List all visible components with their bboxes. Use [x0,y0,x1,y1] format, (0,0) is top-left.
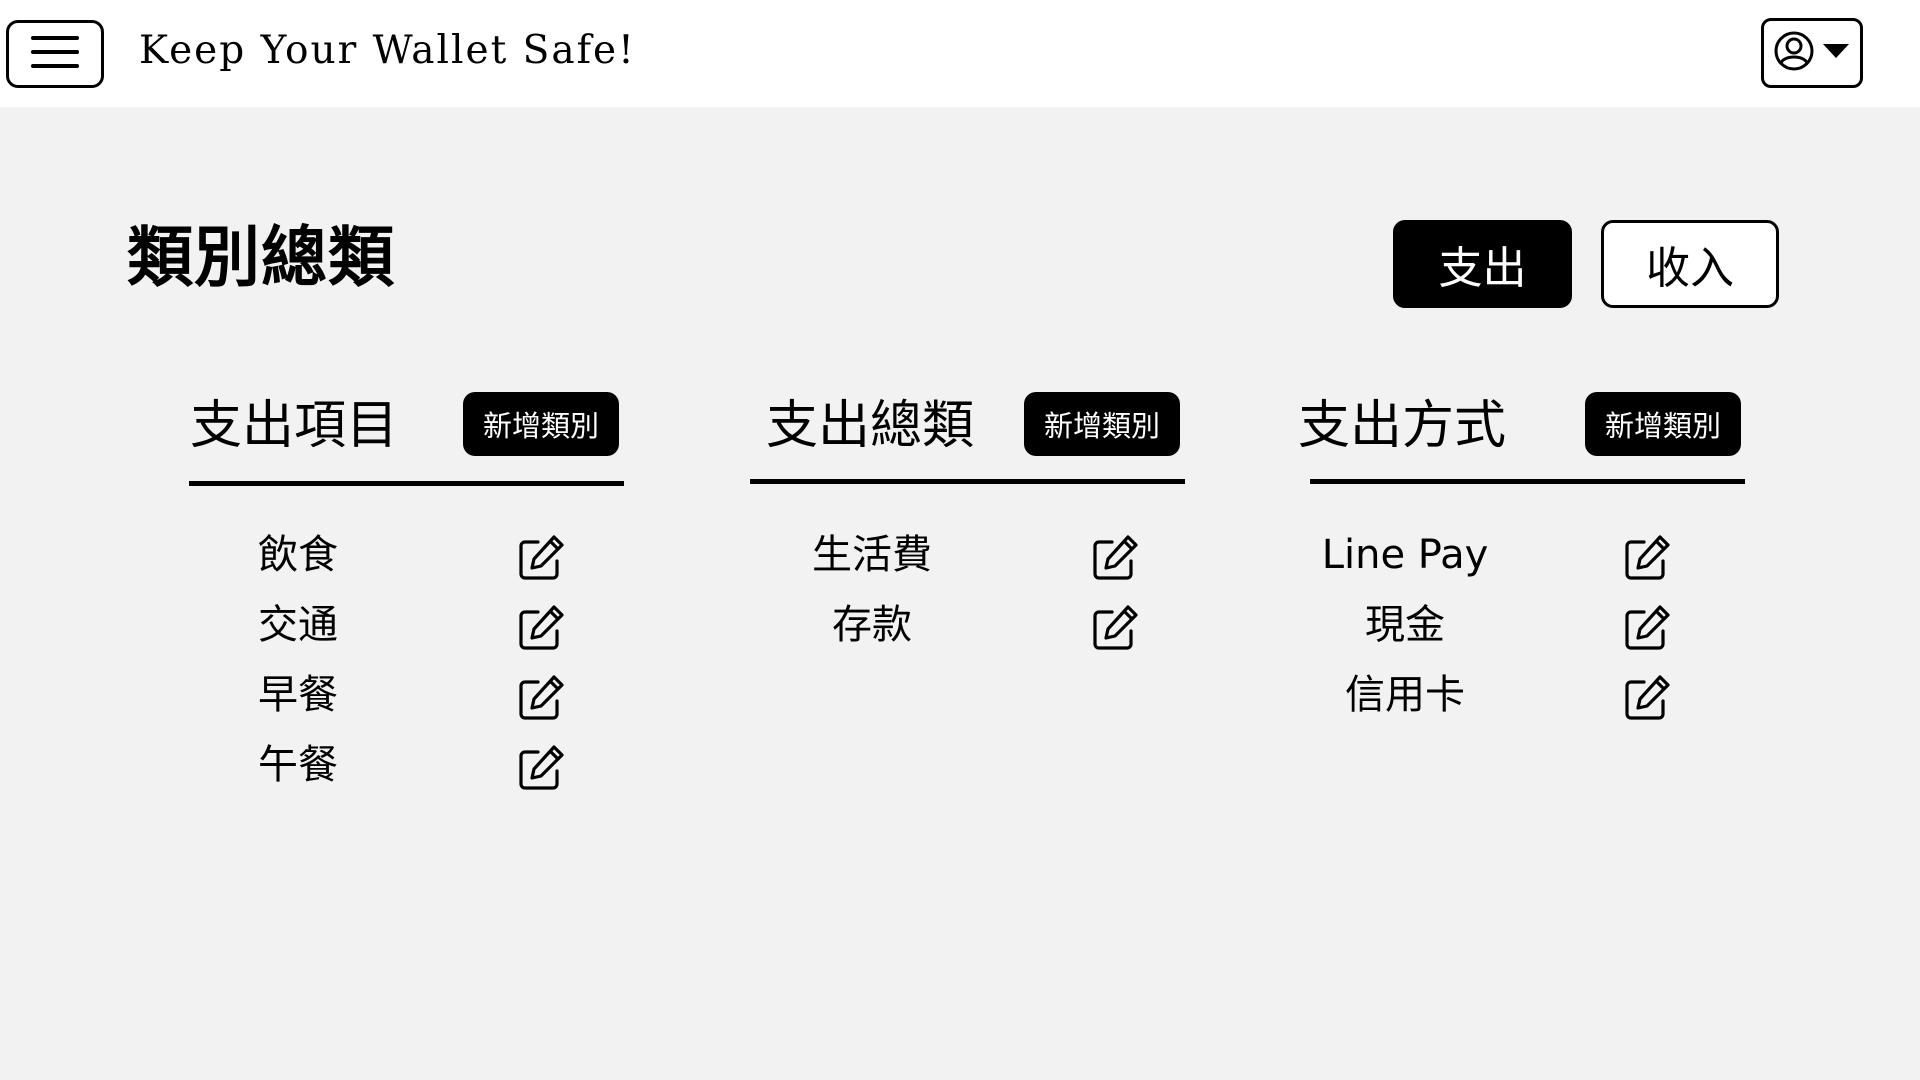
category-row: 早餐 [190,665,630,725]
category-column-groups: 支出總類 新增類別 生活費 存款 [750,392,1206,650]
category-row: 現金 [1298,595,1738,655]
category-label: 早餐 [258,672,338,718]
app-header: Keep Your Wallet Safe! [0,0,1920,107]
app-title: Keep Your Wallet Safe! [139,28,636,73]
category-label: 飲食 [258,532,338,578]
category-row: 午餐 [190,735,630,795]
column-header: 支出項目 新增類別 [189,392,630,486]
user-circle-icon [1773,30,1815,76]
column-header: 支出方式 新增類別 [1298,392,1745,484]
category-row: 信用卡 [1298,665,1738,725]
edit-icon[interactable] [516,533,566,583]
category-label: 信用卡 [1345,672,1465,718]
menu-button[interactable] [6,20,104,88]
hamburger-menu-icon [31,34,79,74]
page-title: 類別總類 [127,219,395,296]
column-title: 支出項目 [190,396,399,456]
column-divider [189,481,624,486]
caret-down-icon [1821,41,1851,65]
category-label: 生活費 [812,532,932,578]
edit-icon[interactable] [1090,533,1140,583]
category-label: 交通 [258,602,338,648]
add-category-button[interactable]: 新增類別 [1585,392,1741,456]
category-row: Line Pay [1298,525,1738,585]
edit-icon[interactable] [1622,673,1672,723]
column-title: 支出方式 [1298,396,1507,456]
main-content: 類別總類 支出 收入 支出項目 新增類別 飲食 交通 早餐 午餐 支出總類 新增 [0,107,1920,1080]
column-header: 支出總類 新增類別 [750,392,1206,484]
category-row: 飲食 [190,525,630,585]
column-divider [1310,479,1745,484]
category-label: Line Pay [1321,532,1489,578]
category-label: 午餐 [258,742,338,788]
column-title: 支出總類 [766,396,975,456]
category-column-items: 支出項目 新增類別 飲食 交通 早餐 午餐 [189,392,630,790]
add-category-button[interactable]: 新增類別 [1024,392,1180,456]
category-label: 現金 [1365,602,1445,648]
income-tab-button[interactable]: 收入 [1601,220,1779,308]
edit-icon[interactable] [1622,533,1672,583]
category-column-methods: 支出方式 新增類別 Line Pay 現金 信用卡 [1298,392,1745,720]
expense-tab-button[interactable]: 支出 [1393,220,1572,308]
category-row: 生活費 [766,525,1206,585]
user-menu-button[interactable] [1761,18,1863,88]
edit-icon[interactable] [1622,603,1672,653]
edit-icon[interactable] [516,603,566,653]
add-category-button[interactable]: 新增類別 [463,392,619,456]
category-row: 交通 [190,595,630,655]
edit-icon[interactable] [516,743,566,793]
edit-icon[interactable] [1090,603,1140,653]
edit-icon[interactable] [516,673,566,723]
column-divider [750,479,1185,484]
category-label: 存款 [832,602,912,648]
category-row: 存款 [766,595,1206,655]
